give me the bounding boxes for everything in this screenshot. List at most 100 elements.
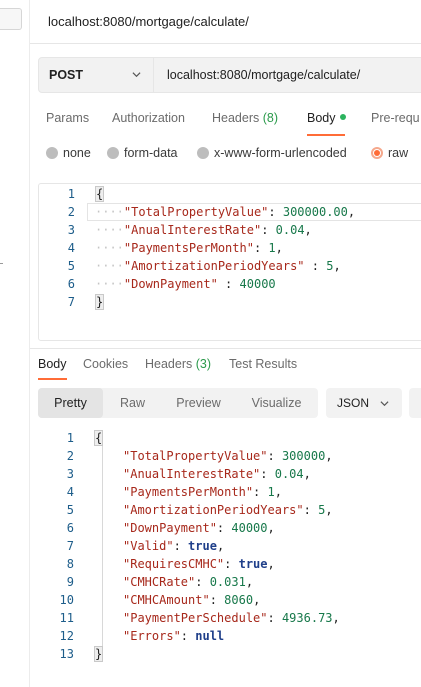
code-line: 6 "DownPayment": 40000,: [38, 519, 421, 537]
view-pretty[interactable]: Pretty: [38, 388, 103, 418]
resp-tab-cookies[interactable]: Cookies: [83, 357, 128, 371]
line-number: 4: [66, 485, 74, 499]
token-punc: ,: [325, 503, 333, 517]
code-line: 7}: [39, 293, 421, 311]
tab-label: Body: [38, 357, 67, 371]
code-line: 11 "PaymentPerSchedule": 4936.73,: [38, 609, 421, 627]
format-select[interactable]: JSON: [326, 388, 402, 418]
token-key: "CMHCAmount": [123, 593, 210, 607]
code-text: ····"AmortizationPeriodYears" : 5,: [95, 257, 341, 275]
line-number: 5: [66, 503, 74, 517]
token-punc: :: [261, 223, 276, 237]
sidebar-collapsed-control[interactable]: [0, 8, 22, 30]
body-type-raw[interactable]: raw: [371, 146, 408, 160]
response-body-viewer[interactable]: 1 {2 "TotalPropertyValue": 300000, 3 "AnualI…: [38, 428, 421, 668]
resp-tab-body[interactable]: Body: [38, 357, 67, 371]
line-number: 1: [67, 187, 75, 201]
code-text: "RequiresCMHC": true,: [123, 555, 275, 573]
request-body-editor[interactable]: 1{2 ····"TotalPropertyValue": 300000.00, 3…: [38, 183, 421, 341]
chevron-down-icon: [380, 401, 389, 407]
token-key: "RequiresCMHC": [123, 557, 225, 571]
divider: [30, 43, 421, 44]
tab-pre-request-script[interactable]: Pre-requ: [371, 111, 420, 125]
request-tab-title[interactable]: localhost:8080/mortgage/calculate/: [48, 14, 249, 29]
line-number: 5: [67, 259, 75, 273]
token-key: "AmortizationPeriodYears": [123, 503, 304, 517]
token-kw: null: [195, 629, 225, 643]
token-punc: ,: [267, 557, 275, 571]
token-num: 8060: [224, 593, 254, 607]
code-text: "AmortizationPeriodYears": 5,: [123, 501, 333, 519]
radio-label: x-www-form-urlencoded: [214, 146, 347, 160]
code-line: 3 "AnualInterestRate": 0.04,: [38, 465, 421, 483]
line-number: 3: [66, 467, 74, 481]
method-select[interactable]: POST: [39, 58, 154, 92]
code-line: 2 "TotalPropertyValue": 300000,: [38, 447, 421, 465]
token-key: "TotalPropertyValue": [123, 205, 269, 219]
response-divider[interactable]: [30, 348, 421, 349]
tab-authorization[interactable]: Authorization: [112, 111, 185, 125]
code-text: {: [94, 429, 104, 447]
code-text: ····"TotalPropertyValue": 300000.00,: [95, 203, 355, 221]
tab-headers[interactable]: Headers (8): [212, 111, 278, 125]
code-text: "AnualInterestRate": 0.04,: [123, 465, 311, 483]
body-type-form-data[interactable]: form-data: [107, 146, 178, 160]
token-ws: ····: [95, 277, 124, 291]
code-text: "Valid": true,: [123, 537, 224, 555]
token-punc: ,: [332, 611, 340, 625]
code-line: 3 ····"AnualInterestRate": 0.04,: [39, 221, 421, 239]
method-label: POST: [49, 68, 84, 82]
view-visualize[interactable]: Visualize: [235, 388, 318, 418]
radio-circle-selected: [371, 147, 383, 159]
token-num: 300000.00: [282, 205, 348, 219]
line-number: 10: [59, 593, 74, 607]
format-label: JSON: [337, 396, 370, 410]
token-punc: :: [224, 557, 239, 571]
token-key: "PaymentPerSchedule": [123, 611, 268, 625]
token-kw: true: [188, 539, 217, 553]
code-text: }: [95, 293, 105, 311]
code-line: 4 ····"PaymentsPerMonth": 1,: [39, 239, 421, 257]
resp-tab-test-results[interactable]: Test Results: [229, 357, 297, 371]
token-kw: true: [238, 557, 268, 571]
token-num: 4936.73: [281, 611, 333, 625]
code-text: "PaymentsPerMonth": 1,: [123, 483, 282, 501]
url-input[interactable]: localhost:8080/mortgage/calculate/: [167, 68, 360, 82]
headers-count: (8): [262, 111, 279, 125]
token-num: 1: [267, 485, 275, 499]
line-number: 13: [59, 647, 74, 661]
tab-body[interactable]: Body: [307, 111, 346, 125]
body-type-urlencoded[interactable]: x-www-form-urlencoded: [197, 146, 347, 160]
line-number: 12: [59, 629, 74, 643]
token-ws: ····: [95, 259, 124, 273]
token-key: "AnualInterestRate": [123, 223, 262, 237]
resp-tab-headers[interactable]: Headers (3): [145, 357, 211, 371]
token-punc: :: [216, 521, 232, 535]
token-punc: :: [260, 467, 275, 481]
token-punc: :: [267, 449, 282, 463]
tab-label: Headers: [212, 111, 260, 125]
code-text: "DownPayment": 40000,: [123, 519, 275, 537]
token-punc: }: [95, 294, 105, 310]
token-ws: ····: [95, 223, 124, 237]
active-tab-underline: [38, 378, 67, 380]
view-raw[interactable]: Raw: [103, 388, 162, 418]
tab-params[interactable]: Params: [46, 111, 89, 125]
tab-label: Pre-requ: [371, 111, 420, 125]
token-punc: ,: [275, 241, 283, 255]
token-ws: ····: [95, 205, 124, 219]
code-text: "CMHCRate": 0.031,: [123, 573, 253, 591]
chevron-down-icon: [132, 72, 141, 78]
wrap-lines-button[interactable]: ⇥: [409, 388, 421, 418]
token-key: "DownPayment": [123, 277, 218, 291]
code-line: 12 "Errors": null: [38, 627, 421, 645]
token-punc: ,: [216, 539, 225, 553]
token-num: 300000: [281, 449, 326, 463]
token-punc: ,: [304, 223, 312, 237]
code-line: 13}: [38, 645, 421, 663]
body-modified-dot: [339, 114, 346, 120]
token-punc: :: [304, 259, 327, 273]
view-preview[interactable]: Preview: [162, 388, 235, 418]
token-num: 0.04: [274, 467, 304, 481]
body-type-none[interactable]: none: [46, 146, 91, 160]
